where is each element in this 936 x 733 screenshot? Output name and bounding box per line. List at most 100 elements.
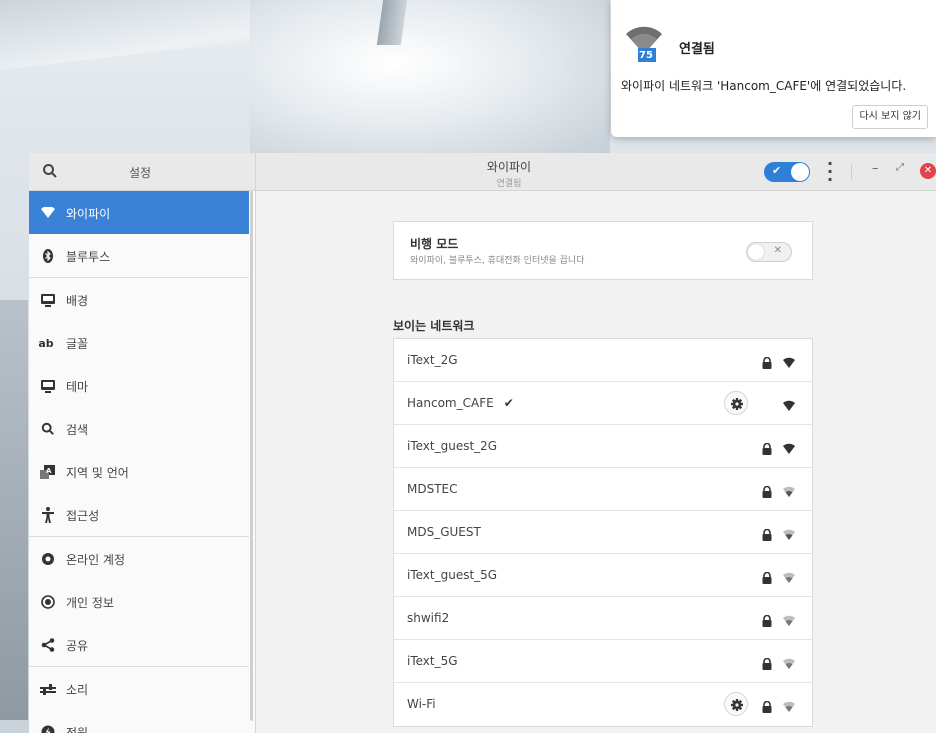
network-row[interactable]: Wi-Fi [394,683,812,726]
notification-body: 와이파이 네트워크 'Hancom_CAFE'에 연결되었습니다. [621,79,907,93]
network-settings-button[interactable] [724,391,748,415]
sidebar-item-label: 소리 [66,683,89,697]
network-list: iText_2G Hancom_CAFE ✔ iText_guest_2G MDSTEC… [393,338,813,727]
sidebar-item-label: 접근성 [66,509,100,523]
svg-text:A: A [46,467,52,475]
lock-icon [761,440,773,455]
connected-check-icon: ✔ [503,396,514,410]
accessibility-icon [40,507,56,523]
window-title: 와이파이 [486,160,532,174]
network-name: Hancom_CAFE ✔ [407,396,514,410]
window-title-group: 와이파이 연결됨 [409,158,609,189]
gear-icon [731,699,743,711]
wifi-signal-icon [783,612,795,626]
toggle-knob [748,244,764,260]
notification-badge: 75 [639,50,653,61]
wifi-panel: 비행 모드 와이파이, 블루투스, 휴대전화 인터넷을 끕니다 ✕ 보이는 네트… [257,191,936,733]
sidebar-item-wifi[interactable]: 와이파이 [29,191,249,234]
lock-icon [761,655,773,670]
network-row[interactable]: shwifi2 [394,597,812,640]
network-name: iText_guest_2G [407,439,498,453]
airplane-mode-description: 와이파이, 블루투스, 휴대전화 인터넷을 끕니다 [410,256,585,266]
sidebar-item-background[interactable]: 배경 [29,278,249,321]
sidebar-item-power[interactable]: 전원 [29,710,249,733]
network-name: iText_2G [407,353,458,367]
network-row[interactable]: MDSTEC [394,468,812,511]
network-row[interactable]: iText_guest_2G [394,425,812,468]
airplane-mode-row: 비행 모드 와이파이, 블루투스, 휴대전화 인터넷을 끕니다 ✕ [393,221,813,280]
notification-title: 연결됨 [679,42,715,57]
off-icon: ✕ [773,245,782,256]
header-bar: 설정 와이파이 연결됨 ✔ · · · – ⤢ ✕ [29,153,936,191]
sidebar-item-label: 블루투스 [66,250,111,264]
wifi-toggle[interactable]: ✔ [764,162,810,182]
sidebar: 와이파이 블루투스 배경 ab 글꼴 테마 검색 A 지역 및 언어 접근성 온… [29,191,256,733]
sidebar-item-label: 검색 [66,423,89,437]
sidebar-item-bluetooth[interactable]: 블루투스 [29,234,249,277]
sound-icon [40,681,56,697]
network-name: iText_5G [407,654,458,668]
network-row[interactable]: iText_guest_5G [394,554,812,597]
gear-icon [731,398,743,410]
sidebar-item-theme[interactable]: 테마 [29,364,249,407]
sidebar-item-label: 온라인 계정 [66,553,126,567]
font-icon: ab [38,336,54,350]
network-name: Wi-Fi [407,697,436,711]
lock-icon [761,569,773,584]
network-name: MDS_GUEST [407,525,481,539]
lock-icon [761,483,773,498]
sidebar-item-accessibility[interactable]: 접근성 [29,493,249,536]
menu-icon[interactable]: · · · [827,156,833,188]
network-row[interactable]: MDS_GUEST [394,511,812,554]
network-name: MDSTEC [407,482,458,496]
minimize-icon[interactable]: – [872,161,879,176]
sidebar-item-label: 개인 정보 [66,596,114,610]
airplane-mode-toggle[interactable]: ✕ [746,242,792,262]
wifi-signal-icon [783,655,795,669]
wifi-icon [40,205,56,221]
wifi-signal-icon [783,440,795,454]
sidebar-item-label: 지역 및 언어 [66,466,129,480]
wifi-signal-icon [783,569,795,583]
sidebar-item-sharing[interactable]: 공유 [29,623,249,666]
visible-networks-heading: 보이는 네트워크 [393,319,475,333]
wifi-signal-icon [783,354,795,368]
wifi-signal-icon [783,483,795,497]
bluetooth-icon [40,248,56,264]
lock-icon [761,526,773,541]
sidebar-item-privacy[interactable]: 개인 정보 [29,580,249,623]
wallpaper-shape [250,0,610,160]
lock-icon [761,612,773,627]
search-icon [40,421,56,437]
sidebar-item-sound[interactable]: 소리 [29,667,249,710]
dont-show-again-button[interactable]: 다시 보지 않기 [852,105,928,129]
sidebar-item-region-language[interactable]: A 지역 및 언어 [29,450,249,493]
connection-notification: 75 연결됨 와이파이 네트워크 'Hancom_CAFE'에 연결되었습니다.… [611,0,936,137]
sidebar-item-online-accounts[interactable]: 온라인 계정 [29,537,249,580]
region-icon: A [40,464,56,480]
sidebar-item-label: 와이파이 [66,207,111,221]
online-accounts-icon [40,551,56,567]
wifi-signal-icon [783,698,795,712]
network-row[interactable]: iText_5G [394,640,812,683]
settings-window: 설정 와이파이 연결됨 ✔ · · · – ⤢ ✕ 와이파이 블루투스 배경 a… [29,153,936,733]
check-icon: ✔ [772,164,782,177]
close-icon[interactable]: ✕ [920,163,936,179]
network-row[interactable]: iText_2G [394,339,812,382]
network-row[interactable]: Hancom_CAFE ✔ [394,382,812,425]
monitor-icon [40,292,56,308]
sidebar-item-label: 전원 [66,726,89,733]
sidebar-item-search[interactable]: 검색 [29,407,249,450]
toggle-knob [791,163,809,181]
privacy-icon [40,594,56,610]
sidebar-item-fonts[interactable]: ab 글꼴 [29,321,249,364]
sidebar-item-label: 공유 [66,639,89,653]
sidebar-item-label: 배경 [66,294,89,308]
search-icon[interactable] [42,163,58,179]
network-name: shwifi2 [407,611,450,625]
monitor-icon [40,378,56,394]
network-settings-button[interactable] [724,692,748,716]
maximize-icon[interactable]: ⤢ [896,162,904,173]
wallpaper-shape [0,300,28,720]
sidebar-scrollbar[interactable] [250,191,253,721]
